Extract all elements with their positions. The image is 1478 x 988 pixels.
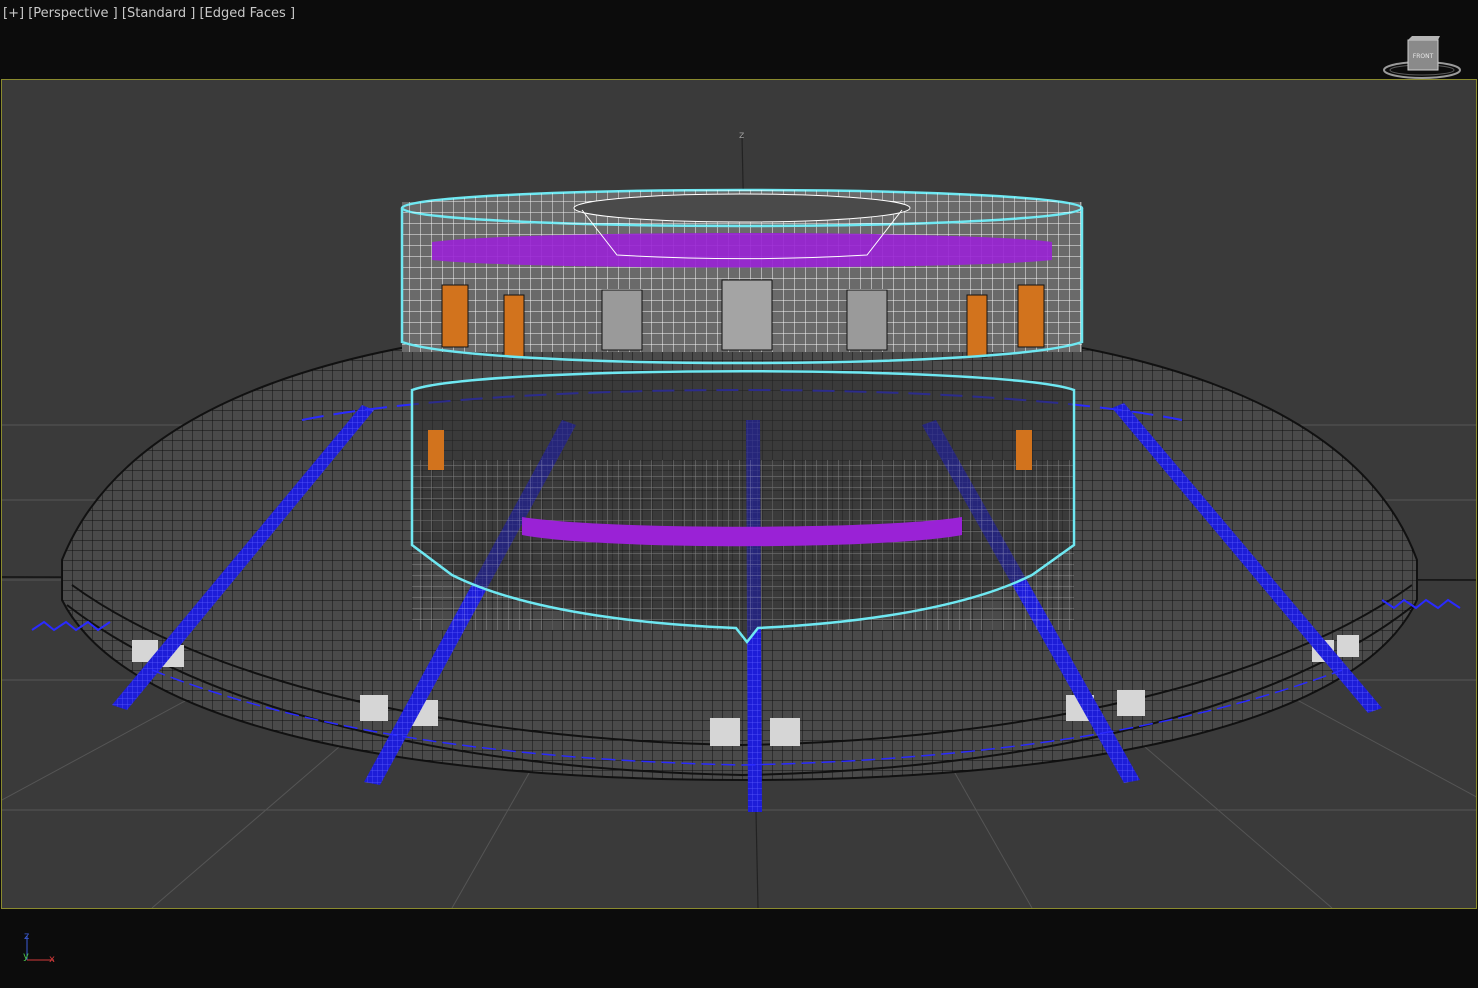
lower-selected-cylinder[interactable]	[410, 370, 1076, 645]
viewport-menu-plus[interactable]: [+]	[3, 6, 24, 21]
axis-y-label: y	[23, 951, 29, 962]
z-axis-label: z	[739, 130, 744, 141]
viewport-label-bar: [+] [Perspective ] [Standard ] [Edged Fa…	[0, 0, 1478, 78]
viewport-view-menu[interactable]: [Perspective ]	[28, 6, 118, 21]
upper-selected-ring[interactable]	[400, 188, 1084, 365]
axis-tripod: z y x	[20, 928, 64, 968]
viewport-faces-menu[interactable]: [Edged Faces ]	[199, 6, 295, 21]
viewcube-face-label: FRONT	[1413, 53, 1434, 60]
scene-canvas[interactable]: z	[2, 80, 1476, 908]
viewport-shading-menu[interactable]: [Standard ]	[122, 6, 195, 21]
axis-x-label: x	[49, 954, 55, 965]
perspective-viewport[interactable]: z	[1, 79, 1477, 909]
axis-tripod-icon: z y x	[23, 931, 55, 965]
axis-z-label: z	[24, 931, 29, 942]
viewport-labels: [+] [Perspective ] [Standard ] [Edged Fa…	[3, 6, 295, 21]
viewport-bottom-bar	[0, 910, 1478, 988]
